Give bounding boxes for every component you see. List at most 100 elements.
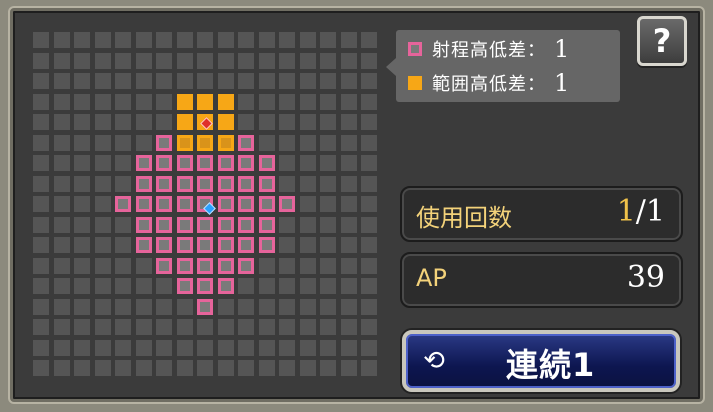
grid-cell xyxy=(299,155,316,171)
grid-cell xyxy=(320,32,336,48)
grid-cell xyxy=(33,114,49,130)
grid-cell xyxy=(340,298,357,315)
grid-cell xyxy=(115,73,131,89)
grid-cell xyxy=(299,257,316,274)
range-cell xyxy=(217,155,234,171)
grid-cell xyxy=(279,93,295,110)
grid-cell xyxy=(320,175,336,192)
range-cell xyxy=(156,134,172,151)
grid-cell xyxy=(340,257,357,274)
range-cell xyxy=(238,216,254,233)
grid-cell xyxy=(53,114,70,130)
grid-cell xyxy=(197,52,213,69)
grid-cell xyxy=(176,32,193,48)
grid-cell xyxy=(74,155,90,171)
range-height-label: 射程高低差： xyxy=(432,40,546,61)
target-marker-icon xyxy=(199,116,213,130)
grid-cell xyxy=(94,175,111,192)
chain-button[interactable]: ⟲ 連続1 xyxy=(402,330,680,392)
grid-cell xyxy=(115,216,131,233)
grid-cell xyxy=(197,319,213,335)
grid-cell xyxy=(135,73,152,89)
grid-cell xyxy=(135,339,152,356)
range-cell xyxy=(197,175,213,192)
grid-cell xyxy=(115,155,131,171)
aoe-swatch-icon xyxy=(408,76,422,90)
grid-cell xyxy=(74,298,90,315)
grid-cell xyxy=(74,339,90,356)
grid-cell xyxy=(176,73,193,89)
grid-cell xyxy=(33,257,49,274)
aoe-cell xyxy=(217,134,234,151)
grid-cell xyxy=(135,360,152,376)
uses-current: 1 xyxy=(616,194,636,229)
grid-cell xyxy=(299,298,316,315)
grid-cell xyxy=(53,216,70,233)
grid-cell xyxy=(238,114,254,130)
grid-cell xyxy=(176,339,193,356)
help-button[interactable]: ? xyxy=(637,16,687,66)
grid-cell xyxy=(238,52,254,69)
grid-cell xyxy=(320,319,336,335)
grid-cell xyxy=(258,52,275,69)
grid-cell xyxy=(279,175,295,192)
range-cell xyxy=(135,175,152,192)
range-cell xyxy=(258,237,275,253)
grid-cell xyxy=(94,196,111,212)
grid-cell xyxy=(279,134,295,151)
grid-cell xyxy=(258,93,275,110)
range-cell xyxy=(176,237,193,253)
grid-cell xyxy=(53,257,70,274)
grid-cell xyxy=(279,32,295,48)
range-cell xyxy=(156,257,172,274)
grid-cell xyxy=(156,32,172,48)
chain-button-label: 連続1 xyxy=(506,346,596,384)
grid-cell xyxy=(135,52,152,69)
grid-cell xyxy=(135,319,152,335)
grid-cell xyxy=(361,237,377,253)
grid-cell xyxy=(33,237,49,253)
grid-cell xyxy=(74,134,90,151)
grid-cell xyxy=(361,93,377,110)
grid-cell xyxy=(176,319,193,335)
grid-cell xyxy=(361,339,377,356)
grid-cell xyxy=(74,175,90,192)
grid-cell xyxy=(33,216,49,233)
range-cell xyxy=(217,278,234,294)
grid-cell xyxy=(217,298,234,315)
grid-cell xyxy=(33,196,49,212)
grid-cell xyxy=(135,134,152,151)
grid-cell xyxy=(115,319,131,335)
grid-cell xyxy=(340,93,357,110)
grid-cell xyxy=(299,73,316,89)
grid-cell xyxy=(74,114,90,130)
grid-cell xyxy=(238,278,254,294)
grid-cell xyxy=(361,134,377,151)
ap-panel: AP 39 xyxy=(400,252,683,308)
grid-cell xyxy=(156,339,172,356)
grid-cell xyxy=(340,319,357,335)
grid-cell xyxy=(33,319,49,335)
grid-cell xyxy=(299,237,316,253)
grid-cell xyxy=(94,339,111,356)
range-cell xyxy=(217,175,234,192)
grid-cell xyxy=(33,32,49,48)
grid-cell xyxy=(176,52,193,69)
grid-cell xyxy=(238,93,254,110)
range-cell xyxy=(176,175,193,192)
grid-cell xyxy=(258,114,275,130)
grid-cell xyxy=(340,360,357,376)
grid-cell xyxy=(74,360,90,376)
uses-count-value: 1/1 xyxy=(617,194,665,229)
grid-cell xyxy=(115,52,131,69)
grid-cell xyxy=(135,278,152,294)
range-cell xyxy=(238,237,254,253)
grid-cell xyxy=(217,32,234,48)
grid-cell xyxy=(258,360,275,376)
aoe-cell xyxy=(217,114,234,130)
grid-cell xyxy=(217,319,234,335)
grid-cell xyxy=(74,52,90,69)
range-cell xyxy=(176,196,193,212)
grid-cell xyxy=(279,339,295,356)
grid-cell xyxy=(320,155,336,171)
